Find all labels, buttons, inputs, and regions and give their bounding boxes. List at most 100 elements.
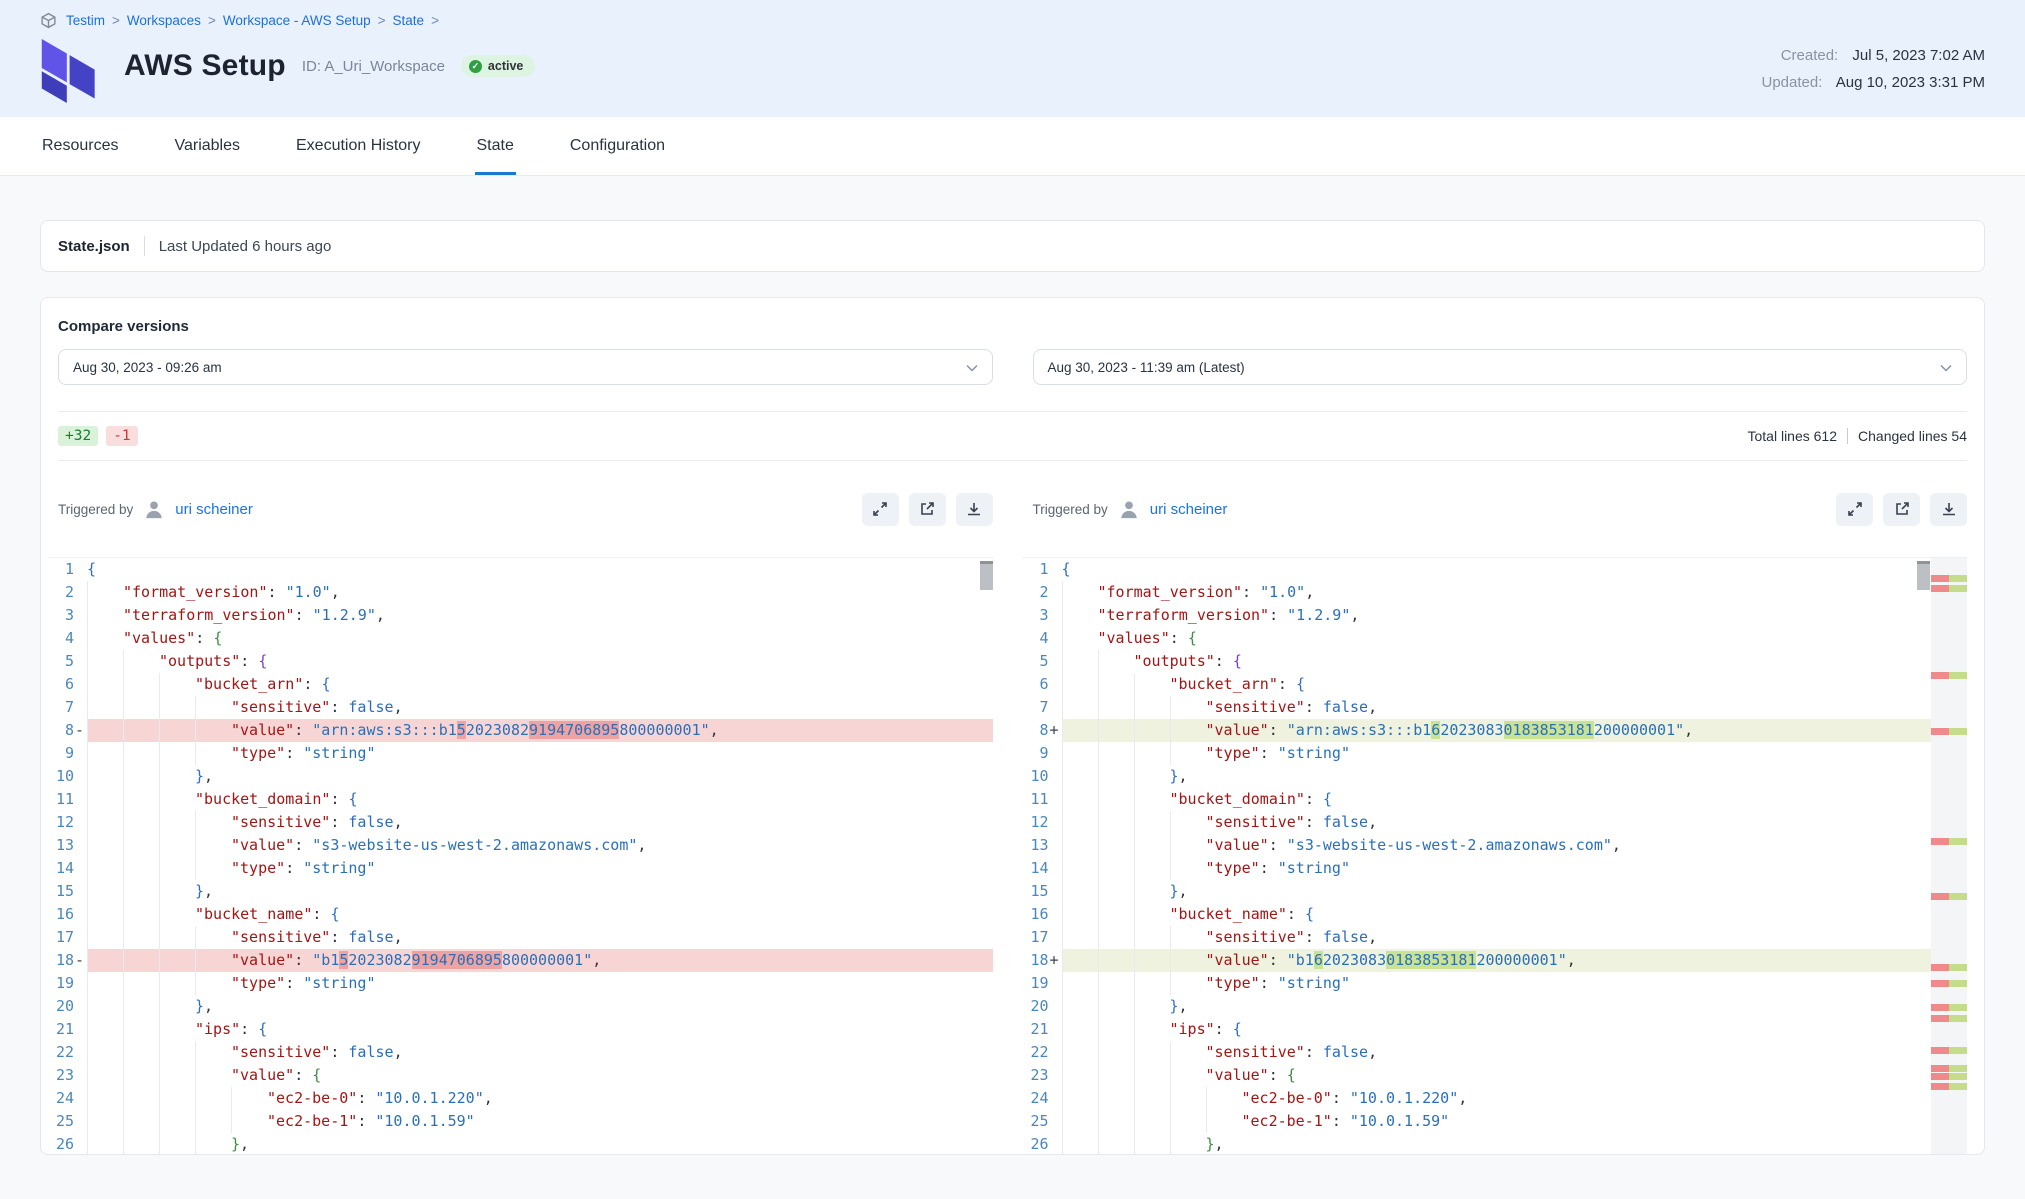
code-line: 12"sensitive": false, [48,811,993,834]
code-line: 2"format_version": "1.0", [48,581,993,604]
code-line: 4"values": { [48,627,993,650]
version-select-from[interactable]: Aug 30, 2023 - 09:26 am [58,349,993,385]
version-select-to[interactable]: Aug 30, 2023 - 11:39 am (Latest) [1033,349,1968,385]
ruler-change-mark [1931,980,1967,987]
code-line: 18-"value": "b15202308291947068958000000… [48,949,993,972]
code-line: 23"value": { [1023,1064,1932,1087]
status-badge: ✓ active [461,55,535,77]
chevron-down-icon [966,360,978,375]
open-external-button[interactable] [1883,493,1920,526]
code-line: 21"ips": { [48,1018,993,1041]
code-line: 1{ [1023,558,1932,581]
code-line: 5"outputs": { [48,650,993,673]
updated-label: Updated: [1761,74,1822,91]
tab-resources[interactable]: Resources [40,117,120,175]
tab-state[interactable]: State [475,117,516,175]
ruler-change-mark [1931,838,1967,845]
state-diff-code-left: 1{2"format_version": "1.0",3"terraform_v… [48,557,993,1155]
breadcrumb-link-testim[interactable]: Testim [66,13,105,28]
download-button[interactable] [956,493,993,526]
total-lines-text: Total lines 612 [1748,428,1838,444]
diff-panel-right: Triggered by uri scheiner [1033,461,1968,1155]
ruler-change-mark [1931,893,1967,900]
code-line: 24"ec2-be-0": "10.0.1.220", [1023,1087,1932,1110]
box-icon [40,12,57,29]
page-title: AWS Setup [124,49,286,83]
code-line: 21"ips": { [1023,1018,1932,1041]
breadcrumb-separator: > [208,13,216,28]
tab-bar: Resources Variables Execution History State… [0,117,2025,176]
code-line: 10}, [1023,765,1932,788]
diff-stats-row: +32 -1 Total lines 612 Changed lines 54 [58,411,1967,461]
breadcrumb-link-workspace[interactable]: Workspace - AWS Setup [223,13,371,28]
ruler-change-mark [1931,1083,1967,1090]
ruler-change-mark [1931,1047,1967,1054]
breadcrumb-link-state[interactable]: State [393,13,425,28]
created-label: Created: [1781,47,1839,64]
divider [1847,428,1848,444]
version-to-value: Aug 30, 2023 - 11:39 am (Latest) [1048,360,1245,375]
tab-execution-history[interactable]: Execution History [294,117,423,175]
triggered-by-label: Triggered by [1033,502,1108,517]
triggered-by-user-link[interactable]: uri scheiner [175,501,253,518]
tab-variables[interactable]: Variables [172,117,242,175]
changed-lines-text: Changed lines 54 [1858,428,1967,444]
code-line: 13"value": "s3-website-us-west-2.amazona… [48,834,993,857]
code-line: 17"sensitive": false, [1023,926,1932,949]
ruler-change-mark [1931,728,1967,735]
breadcrumb-separator: > [378,13,386,28]
code-line: 6"bucket_arn": { [1023,673,1932,696]
code-line: 9"type": "string" [1023,742,1932,765]
code-line: 8+"value": "arn:aws:s3:::b16202308301838… [1023,719,1932,742]
code-line: 12"sensitive": false, [1023,811,1932,834]
scrollbar-thumb[interactable] [980,561,993,590]
code-line: 11"bucket_domain": { [48,788,993,811]
code-line: 13"value": "s3-website-us-west-2.amazona… [1023,834,1932,857]
code-line: 5"outputs": { [1023,650,1932,673]
last-updated-text: Last Updated 6 hours ago [159,238,332,255]
triggered-by-user-link[interactable]: uri scheiner [1150,501,1228,518]
ruler-change-mark [1931,1015,1967,1022]
code-line: 22"sensitive": false, [48,1041,993,1064]
code-line: 22"sensitive": false, [1023,1041,1932,1064]
code-line: 10}, [48,765,993,788]
code-line: 11"bucket_domain": { [1023,788,1932,811]
compare-versions-heading: Compare versions [58,318,1967,335]
terraform-logo [40,39,102,103]
deletions-badge: -1 [106,426,137,446]
chevron-down-icon [1940,360,1952,375]
additions-badge: +32 [58,426,98,446]
expand-button[interactable] [1836,493,1873,526]
code-line: 16"bucket_name": { [48,903,993,926]
state-file-bar: State.json Last Updated 6 hours ago [40,220,1985,272]
user-avatar-icon [143,498,165,520]
expand-button[interactable] [862,493,899,526]
code-line: 7"sensitive": false, [1023,696,1932,719]
ruler-change-mark [1931,1004,1967,1011]
code-line: 20}, [48,995,993,1018]
user-avatar-icon [1118,498,1140,520]
code-line: 14"type": "string" [48,857,993,880]
download-button[interactable] [1930,493,1967,526]
code-line: 3"terraform_version": "1.2.9", [48,604,993,627]
ruler-change-mark [1931,964,1967,971]
code-line: 19"type": "string" [48,972,993,995]
created-value: Jul 5, 2023 7:02 AM [1852,47,1985,64]
diff-overview-ruler [1931,558,1967,1155]
tab-configuration[interactable]: Configuration [568,117,667,175]
code-line: 25"ec2-be-1": "10.0.1.59" [48,1110,993,1133]
code-line: 14"type": "string" [1023,857,1932,880]
breadcrumb-link-workspaces[interactable]: Workspaces [127,13,201,28]
ruler-change-mark [1931,672,1967,679]
code-line: 23"value": { [48,1064,993,1087]
code-line: 3"terraform_version": "1.2.9", [1023,604,1932,627]
open-external-button[interactable] [909,493,946,526]
scrollbar-thumb[interactable] [1917,561,1930,590]
state-file-name: State.json [58,238,130,255]
code-line: 6"bucket_arn": { [48,673,993,696]
workspace-id: ID: A_Uri_Workspace [302,58,445,75]
triggered-by-label: Triggered by [58,502,133,517]
ruler-change-mark [1931,1065,1967,1072]
code-line: 4"values": { [1023,627,1932,650]
code-line: 9"type": "string" [48,742,993,765]
